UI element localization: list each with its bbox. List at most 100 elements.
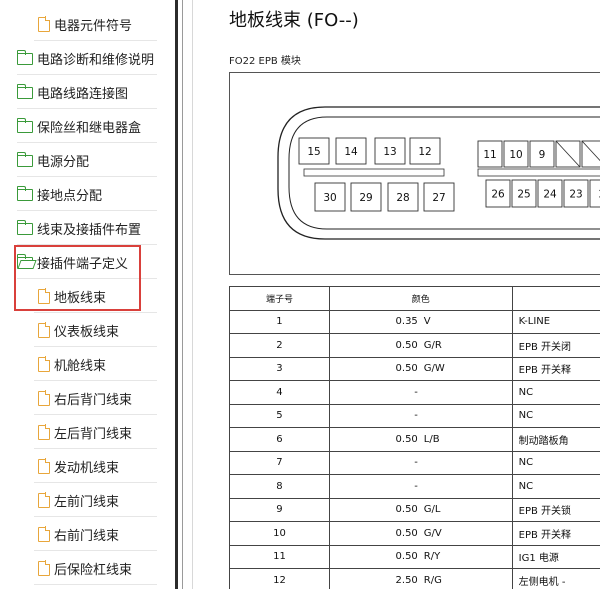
table-row: 9 0.50 G/L EPB 开关锁 (229, 497, 600, 522)
sidebar-item[interactable]: 线束及接插件布置 (16, 211, 157, 245)
pin-number-cell: 9 (229, 497, 330, 522)
folder-icon (16, 50, 33, 65)
pin-number-cell: 2 (229, 333, 330, 358)
pin-description-cell: 制动踏板角 (511, 427, 600, 452)
sidebar-item[interactable]: 仪表板线束 (34, 313, 157, 347)
sidebar-item[interactable]: 电器元件符号 (34, 7, 157, 41)
wire-color: G/W (423, 363, 445, 375)
sidebar-item[interactable]: 电路线路连接图 (16, 75, 157, 109)
sidebar-item[interactable]: 电路诊断和维修说明 (16, 41, 157, 75)
sidebar-item[interactable]: 接地点分配 (16, 177, 157, 211)
sidebar-item-label: 电路线路连接图 (37, 86, 129, 102)
connector-rib-left (303, 168, 445, 177)
wire-color: G/L (423, 504, 441, 516)
sidebar-item-label: 右前门线束 (54, 528, 120, 544)
connector-pin-label: 23 (569, 189, 582, 201)
pin-number-cell: 5 (229, 403, 330, 428)
table-row: 4 - NC (229, 380, 600, 405)
document-icon (38, 424, 51, 440)
header-pin: 端子号 (229, 286, 330, 311)
wire-color-cell: - (328, 380, 513, 405)
table-row: 2 0.50 G/R EPB 开关闭 (229, 333, 600, 358)
connector-diagram: 151413123029282711109262524232 (277, 106, 600, 240)
connector-empty-cavity (581, 140, 600, 168)
document-icon (38, 492, 51, 508)
wire-color-cell: - (328, 450, 513, 475)
table-row: 8 - NC (229, 474, 600, 499)
sidebar-item[interactable]: 右前门线束 (34, 517, 157, 551)
sidebar-item-label: 左后背门线束 (54, 426, 133, 442)
connector-pin-label: 29 (359, 192, 372, 204)
wire-color-cell: 2.50 R/G (328, 568, 513, 589)
wire-size: 0.50 (395, 433, 418, 445)
connector-pin-label: 14 (344, 146, 358, 158)
folder-icon (16, 186, 33, 201)
table-row: 11 0.50 R/Y IG1 电源 (229, 544, 600, 569)
folder-icon (16, 152, 33, 167)
wire-color: L/B (423, 433, 440, 445)
table-row: 7 - NC (229, 450, 600, 475)
sidebar-item[interactable]: 左后背门线束 (34, 415, 157, 449)
connector-pin-label: 15 (307, 146, 320, 158)
sidebar-item-label: 右后背门线束 (54, 392, 133, 408)
pin-description-cell: NC (511, 450, 600, 475)
connector-pin-label: 11 (483, 149, 496, 161)
sidebar-item-label: 左前门线束 (54, 494, 120, 510)
connector-rib-right (477, 168, 600, 177)
pin-description-cell: 左侧电机 - (511, 568, 600, 589)
sidebar-item-label: 电器元件符号 (54, 18, 133, 34)
folder-icon (16, 118, 33, 133)
sidebar-item-label: 线束及接插件布置 (37, 222, 142, 238)
table-row: 1 0.35 V K-LINE (229, 309, 600, 334)
document-icon (38, 526, 51, 542)
connector-pin-label: 13 (383, 146, 396, 158)
pane-divider[interactable] (175, 0, 183, 589)
sidebar-item-label: 机舱线束 (54, 358, 107, 374)
wire-color-cell: 0.50 G/R (328, 333, 513, 358)
header-color: 颜色 (328, 286, 513, 311)
content-pane: 地板线束 (FO--) FO22 EPB 模块 15 14 13 12 30 29 28 27… (192, 0, 600, 589)
sidebar-item-label: 电路诊断和维修说明 (37, 52, 155, 68)
table-row: 6 0.50 L/B 制动踏板角 (229, 427, 600, 452)
pin-description-cell: K-LINE (511, 309, 600, 334)
pin-number-cell: 7 (229, 450, 330, 475)
selection-highlight-box (14, 245, 141, 311)
wire-color-cell: 0.50 G/W (328, 356, 513, 381)
sidebar-item[interactable]: 电源分配 (16, 143, 157, 177)
wire-color-cell: 0.50 L/B (328, 427, 513, 452)
wire-size: - (414, 457, 418, 469)
folder-icon (16, 220, 33, 235)
sidebar-item[interactable]: 右后背门线束 (34, 381, 157, 415)
pin-number-cell: 11 (229, 544, 330, 569)
wire-color: R/Y (423, 551, 441, 563)
table-row: 10 0.50 G/V EPB 开关释 (229, 521, 600, 546)
pin-description-cell: EPB 开关锁 (511, 497, 600, 522)
sidebar-item-label: 电源分配 (37, 154, 90, 170)
connector-pin-label: 9 (539, 149, 546, 161)
sidebar-item[interactable]: 机舱线束 (34, 347, 157, 381)
connector-pin-label: 27 (432, 192, 445, 204)
wire-color-cell: 0.50 G/V (328, 521, 513, 546)
sidebar-item[interactable]: 保险丝和继电器盒 (16, 109, 157, 143)
sidebar-item-label: 仪表板线束 (54, 324, 120, 340)
pin-description-cell: NC (511, 474, 600, 499)
wire-color-cell: - (328, 474, 513, 499)
wire-size: 0.50 (395, 339, 418, 351)
sidebar-item[interactable]: 后保险杠线束 (34, 551, 157, 585)
wire-color-cell: 0.35 V (328, 309, 513, 334)
wire-color-cell: 0.50 R/Y (328, 544, 513, 569)
document-icon (38, 356, 51, 372)
sidebar-item[interactable]: 发动机线束 (34, 449, 157, 483)
connector-pin-label: 28 (396, 192, 409, 204)
pin-description-cell: NC (511, 380, 600, 405)
folder-icon (16, 84, 33, 99)
pin-number-cell: 3 (229, 356, 330, 381)
connector-pin-label: 30 (323, 192, 336, 204)
pin-number-cell: 10 (229, 521, 330, 546)
document-icon (38, 458, 51, 474)
document-icon (38, 16, 51, 32)
sidebar-item[interactable]: 左前门线束 (34, 483, 157, 517)
pin-number-cell: 4 (229, 380, 330, 405)
wire-color: R/G (423, 574, 442, 586)
wire-size: - (414, 480, 418, 492)
